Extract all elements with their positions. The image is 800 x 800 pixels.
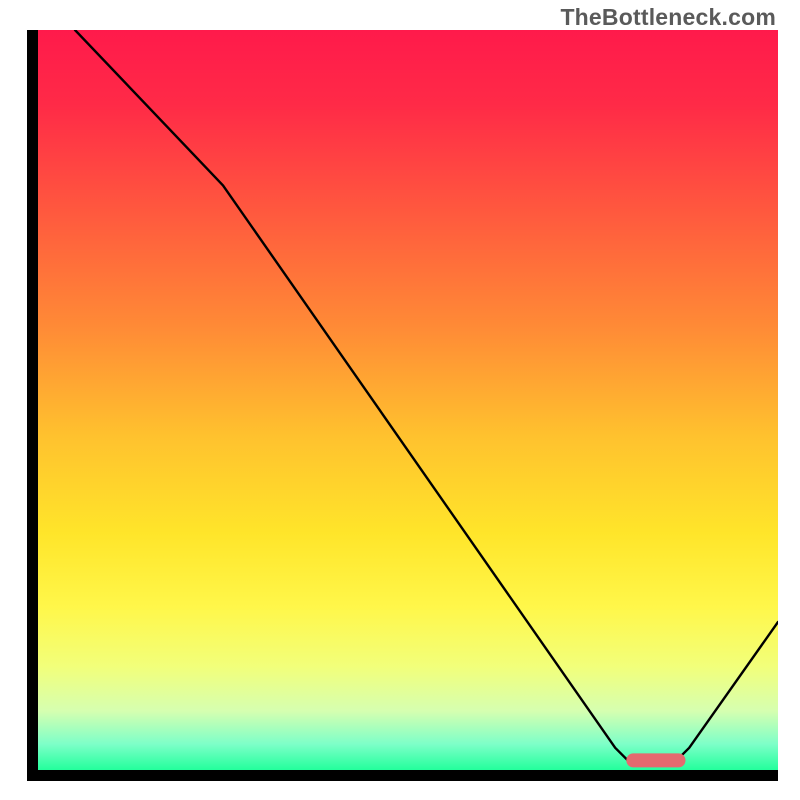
bottleneck-chart <box>0 0 800 800</box>
sweet-spot-marker <box>626 753 685 767</box>
gradient-background <box>38 30 778 770</box>
chart-container: TheBottleneck.com <box>0 0 800 800</box>
